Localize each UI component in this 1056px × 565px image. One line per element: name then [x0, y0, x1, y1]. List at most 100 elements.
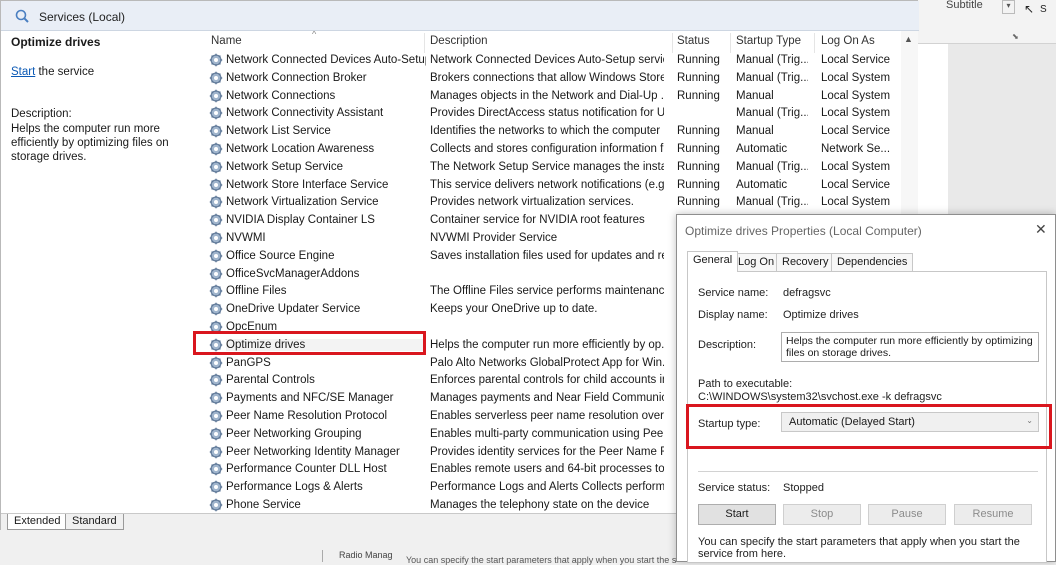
table-row[interactable]: Network List Service Identifies the netwo… — [197, 123, 901, 141]
service-gear-icon — [209, 178, 223, 192]
table-row[interactable]: Network Connection Broker Brokers connect… — [197, 70, 901, 88]
subtitle-style[interactable]: Subtitle — [946, 0, 983, 11]
tab-recovery[interactable]: Recovery — [776, 253, 835, 271]
magnifier-icon — [15, 9, 29, 23]
table-row[interactable]: Network Location Awareness Collects and s… — [197, 141, 901, 159]
service-gear-icon — [209, 284, 223, 298]
table-row[interactable]: Network Connected Devices Auto-Setup Netw… — [197, 52, 901, 70]
description-box[interactable]: Helps the computer run more efficiently … — [781, 332, 1039, 362]
table-row[interactable]: Network Connections Manages objects in th… — [197, 88, 901, 106]
service-gear-icon — [209, 106, 223, 120]
table-row[interactable]: Network Store Interface Service This serv… — [197, 177, 901, 195]
service-description-cell: Enables remote users and 64-bit processe… — [430, 463, 664, 476]
selected-service-title: Optimize drives — [11, 35, 101, 49]
service-description-cell: Network Connected Devices Auto-Setup ser… — [430, 54, 664, 66]
description-label: Description: — [698, 339, 757, 351]
service-description-cell: Enables multi-party communication using … — [430, 427, 664, 440]
tab-log-on[interactable]: Log On — [732, 253, 781, 271]
background-window-strip: Radio Manag You can specify the start pa… — [0, 530, 676, 565]
service-startup-type-cell: Manual (Trig... — [736, 196, 808, 209]
service-gear-icon — [209, 445, 223, 459]
service-description-cell: Provides DirectAccess status notificatio… — [430, 107, 664, 120]
column-status[interactable]: Status — [677, 35, 710, 47]
description-header: Description: — [11, 108, 72, 120]
service-description-cell: Manages objects in the Network and Dial-… — [430, 89, 664, 102]
start-service-link[interactable]: Start — [11, 66, 35, 78]
service-startup-type-cell: Manual — [736, 125, 774, 138]
service-gear-icon — [209, 53, 223, 67]
column-divider[interactable] — [730, 33, 731, 53]
service-name-cell: Network Location Awareness — [226, 142, 375, 155]
column-divider[interactable] — [814, 33, 815, 53]
table-row[interactable]: Network Setup Service The Network Setup S… — [197, 159, 901, 177]
table-row[interactable]: Network Connectivity Assistant Provides D… — [197, 105, 901, 123]
tab-dependencies[interactable]: Dependencies — [831, 253, 914, 271]
service-gear-icon — [209, 480, 223, 494]
service-gear-icon — [209, 427, 223, 441]
style-dropdown-icon[interactable]: ▾ — [1002, 0, 1015, 14]
background-ribbon: Subtitle ▾ ↖ S ⬊ — [918, 0, 1056, 44]
service-description-cell: NVWMI Provider Service — [430, 231, 558, 244]
display-name-value: Optimize drives — [783, 309, 859, 321]
resume-button[interactable]: Resume — [954, 504, 1032, 525]
service-name-cell: Offline Files — [226, 285, 287, 298]
service-status-cell: Running — [677, 178, 720, 191]
stop-button[interactable]: Stop — [783, 504, 861, 525]
path-value: C:\WINDOWS\system32\svchost.exe -k defra… — [698, 391, 942, 403]
service-log-on-cell: Local System — [821, 89, 891, 102]
service-name-cell: Network Connection Broker — [226, 71, 367, 84]
service-startup-type-cell: Automatic — [736, 142, 788, 155]
service-gear-icon — [209, 213, 223, 227]
service-status-cell: Running — [677, 142, 720, 155]
column-divider[interactable] — [424, 33, 425, 53]
service-log-on-cell: Local Service — [821, 178, 891, 191]
service-description-cell: Manages payments and Near Field Communic… — [430, 392, 664, 405]
service-name-cell: Performance Counter DLL Host — [226, 463, 387, 476]
tab-general[interactable]: General — [687, 251, 739, 272]
service-status-label: Service status: — [698, 482, 771, 494]
service-log-on-cell: Local Service — [821, 54, 891, 66]
table-row[interactable]: Network Virtualization Service Provides n… — [197, 194, 901, 212]
start-parameters-hint: You can specify the start parameters tha… — [698, 536, 1020, 560]
close-icon[interactable]: ✕ — [1035, 221, 1047, 238]
service-description-cell: Helps the computer run more efficiently … — [430, 338, 664, 351]
highlight-optimize-drives — [193, 331, 426, 355]
pointer-icon: ↖ — [1024, 2, 1035, 16]
tab-standard[interactable]: Standard — [65, 514, 124, 530]
service-status-value: Stopped — [783, 482, 824, 494]
column-headers: ^ Name Description Status Startup Type L… — [197, 31, 901, 53]
service-gear-icon — [209, 302, 223, 316]
service-startup-type-cell: Manual (Trig... — [736, 160, 808, 173]
service-gear-icon — [209, 498, 223, 512]
service-startup-type-cell: Manual (Trig... — [736, 54, 808, 66]
title-bar: Services (Local) — [1, 1, 919, 31]
service-status-cell: Running — [677, 160, 720, 173]
background-list-item: Radio Manag — [322, 550, 396, 562]
service-gear-icon — [209, 391, 223, 405]
service-gear-icon — [209, 142, 223, 156]
service-name-cell: PanGPS — [226, 356, 271, 369]
service-gear-icon — [209, 249, 223, 263]
column-description[interactable]: Description — [430, 35, 488, 47]
service-startup-type-cell: Automatic — [736, 178, 788, 191]
service-name-value: defragsvc — [783, 287, 831, 299]
column-name[interactable]: Name — [211, 35, 242, 47]
service-status-cell: Running — [677, 125, 720, 138]
service-name-cell: Payments and NFC/SE Manager — [226, 392, 394, 405]
column-divider[interactable] — [672, 33, 673, 53]
service-startup-type-cell: Manual (Trig... — [736, 107, 808, 120]
service-gear-icon — [209, 231, 223, 245]
service-gear-icon — [209, 409, 223, 423]
service-description-cell: Identifies the networks to which the com… — [430, 125, 664, 138]
start-button[interactable]: Start — [698, 504, 776, 525]
pause-button[interactable]: Pause — [868, 504, 946, 525]
scroll-up-icon[interactable]: ▲ — [904, 34, 913, 44]
service-name-cell: Network List Service — [226, 125, 331, 138]
service-name-cell: Network Setup Service — [226, 160, 343, 173]
dialog-launcher-icon[interactable]: ⬊ — [1012, 32, 1019, 41]
column-startup-type[interactable]: Startup Type — [736, 35, 801, 47]
service-status-cell: Running — [677, 71, 720, 84]
column-log-on-as[interactable]: Log On As — [821, 35, 875, 47]
tab-extended[interactable]: Extended — [7, 514, 68, 530]
section-divider — [698, 471, 1038, 472]
